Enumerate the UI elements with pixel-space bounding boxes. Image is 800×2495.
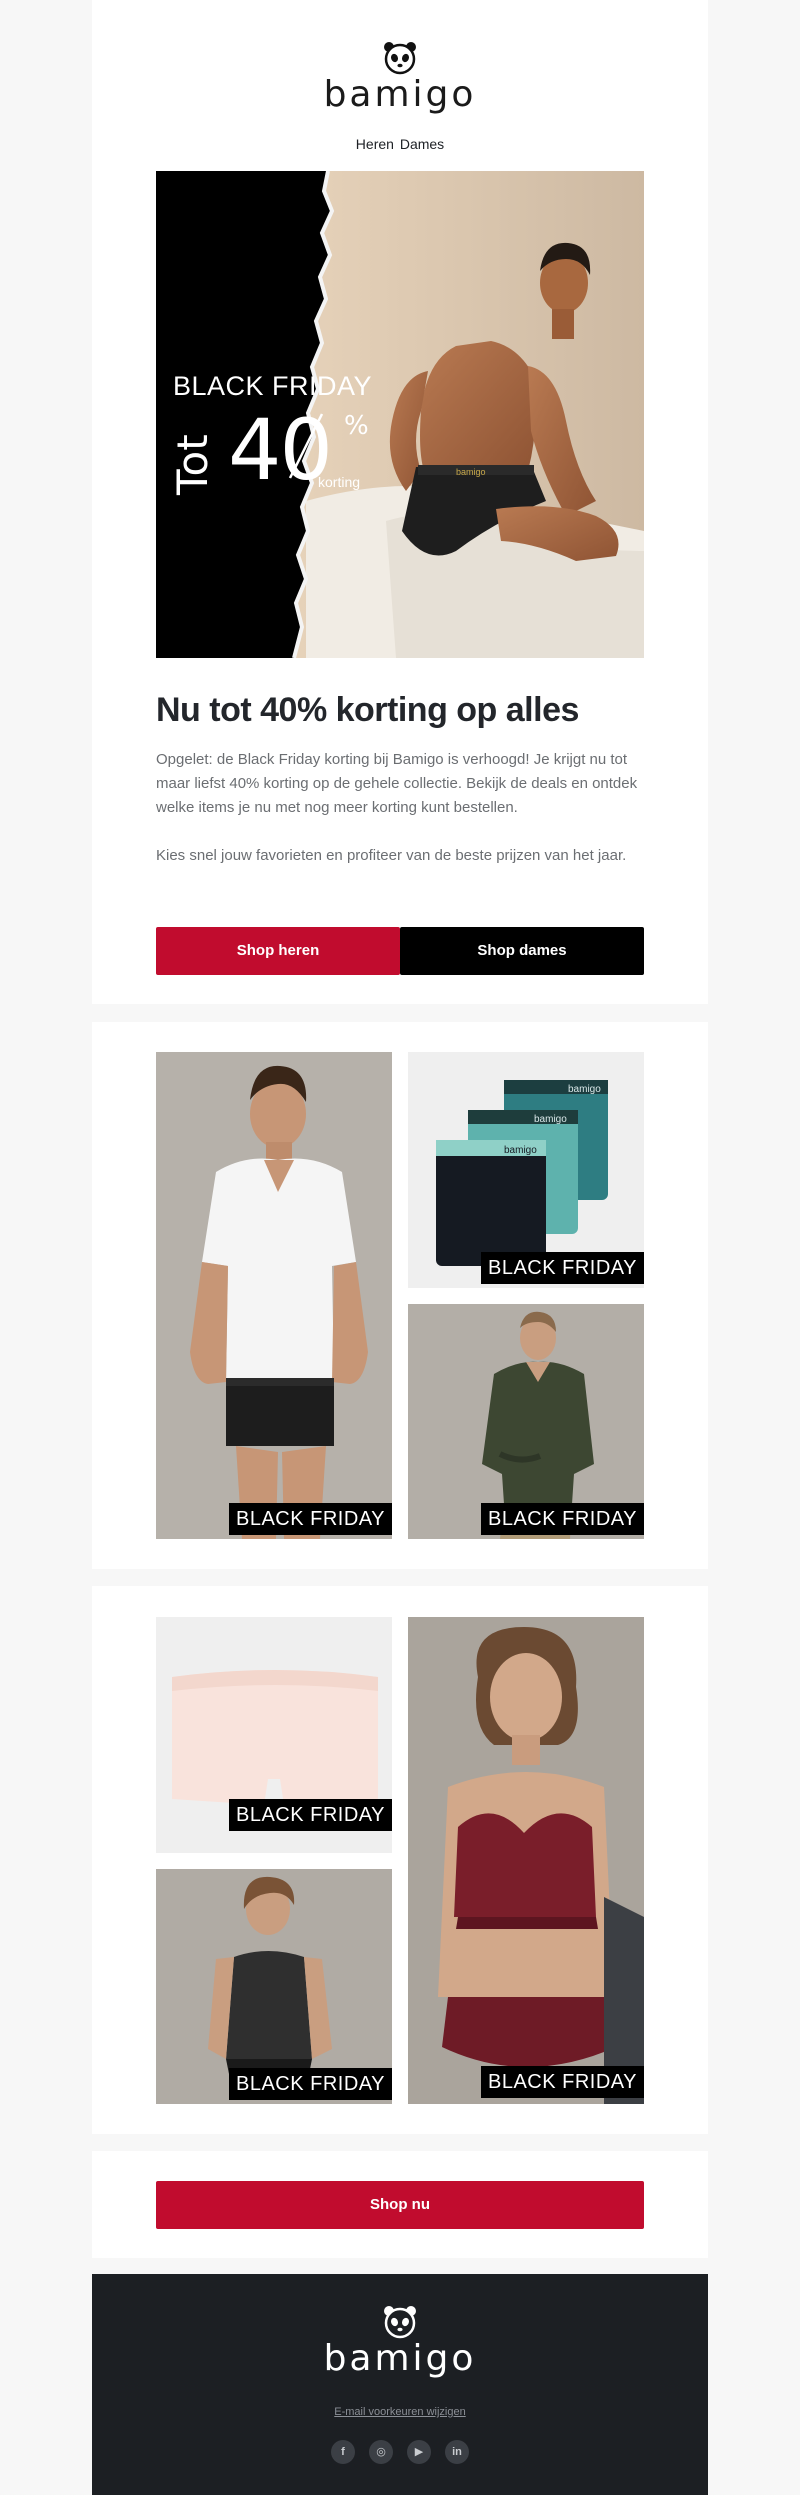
hero-korting-label: korting [318,474,361,490]
hero-paragraph-2: Kies snel jouw favorieten en profiteer v… [156,847,627,864]
product-grid-men: BLACK FRIDAY bamigo bamigo bamigo BLACK … [92,1022,708,1569]
boxer-label-2: bamigo [534,1114,567,1125]
product-tile-boxers[interactable]: bamigo bamigo bamigo BLACK FRIDAY [408,1052,644,1288]
black-friday-badge: BLACK FRIDAY [229,1799,392,1831]
social-links: f ◎ ▶ in [92,2440,708,2464]
facebook-icon[interactable]: f [331,2440,355,2464]
shop-nu-card: Shop nu [92,2151,708,2258]
hero-card: bamigo Heren Dames bamigo BLACK FRIDAY T… [92,0,708,1004]
product-tile-bra[interactable]: BLACK FRIDAY [408,1617,644,2104]
boxer-label-1: bamigo [504,1145,537,1156]
top-nav: Heren Dames [92,136,708,152]
youtube-icon[interactable]: ▶ [407,2440,431,2464]
hero-tot-label: Tot [168,434,217,495]
brand-logo[interactable]: bamigo [92,40,708,116]
hero-percent-sign: % [344,411,369,441]
linkedin-icon[interactable]: in [445,2440,469,2464]
instagram-icon[interactable]: ◎ [369,2440,393,2464]
nav-link-dames[interactable]: Dames [400,136,444,152]
black-friday-badge: BLACK FRIDAY [229,1503,392,1535]
black-friday-badge: BLACK FRIDAY [481,1503,644,1535]
black-friday-badge: BLACK FRIDAY [481,1252,644,1284]
hero-paragraph-1: Opgelet: de Black Friday korting bij Bam… [156,751,638,816]
shop-nu-button[interactable]: Shop nu [156,2181,644,2229]
product-tile-tshirt[interactable]: BLACK FRIDAY [156,1052,392,1539]
man-white-tshirt-image [156,1052,392,1539]
product-tile-tank[interactable]: BLACK FRIDAY [156,1869,392,2104]
footer-logo[interactable]: bamigo [92,2304,708,2380]
boxer-label-3: bamigo [568,1084,601,1095]
product-tile-sweater[interactable]: BLACK FRIDAY [408,1304,644,1539]
shop-heren-button[interactable]: Shop heren [156,927,400,975]
svg-text:bamigo: bamigo [456,467,486,477]
woman-bra-image [408,1617,644,2104]
footer-wordmark: bamigo [323,2338,477,2379]
product-tile-shorts[interactable]: BLACK FRIDAY [156,1617,392,1853]
black-friday-badge: BLACK FRIDAY [229,2068,392,2100]
product-grid-women: BLACK FRIDAY BLACK FRIDAY BLACK FRIDAY [92,1586,708,2134]
footer: bamigo E-mail voorkeuren wijzigen f ◎ ▶ … [92,2274,708,2495]
nav-link-heren[interactable]: Heren [356,136,394,152]
hero-headline: Nu tot 40% korting op alles [156,691,579,729]
brand-wordmark: bamigo [323,74,477,115]
hero-banner[interactable]: bamigo BLACK FRIDAY Tot 40 % korting [156,171,644,658]
panda-logo-icon [384,42,416,75]
email-preferences-link[interactable]: E-mail voorkeuren wijzigen [92,2406,708,2418]
hero-black-friday-label: BLACK FRIDAY [173,371,373,401]
black-friday-badge: BLACK FRIDAY [481,2066,644,2098]
panda-logo-icon [384,2306,416,2339]
shop-dames-button[interactable]: Shop dames [400,927,644,975]
hero-slash-icon [288,413,324,479]
